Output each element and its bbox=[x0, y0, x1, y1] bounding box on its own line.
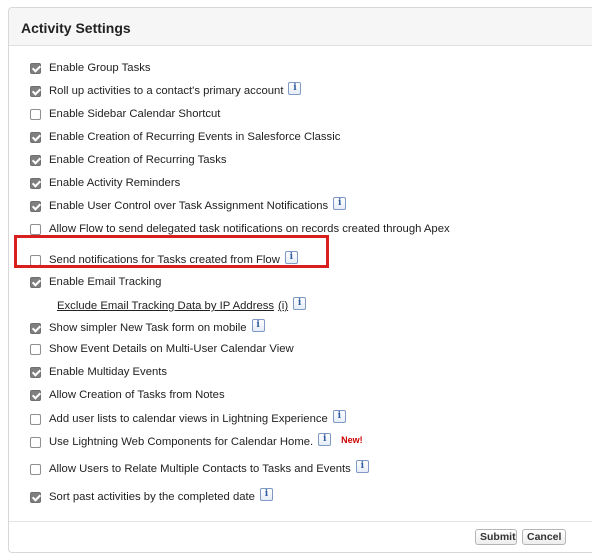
setting-label: Send notifications for Tasks created fro… bbox=[49, 254, 280, 266]
info-icon[interactable]: i bbox=[355, 459, 369, 473]
setting-label: Show Event Details on Multi-User Calenda… bbox=[49, 343, 294, 355]
setting-label: Sort past activities by the completed da… bbox=[49, 491, 255, 503]
setting-label: Enable Email Tracking bbox=[49, 276, 162, 288]
setting-label: Enable Activity Reminders bbox=[49, 177, 181, 189]
checkbox[interactable] bbox=[30, 436, 41, 448]
checkbox[interactable] bbox=[30, 413, 41, 425]
info-icon[interactable]: i bbox=[333, 196, 347, 210]
setting-activity-reminders[interactable]: Enable Activity Reminders bbox=[30, 174, 180, 192]
exclude-email-tracking-row: Exclude Email Tracking Data by IP Addres… bbox=[57, 296, 307, 313]
settings-list: Enable Group Tasks Roll up activities to… bbox=[9, 8, 592, 552]
info-icon[interactable]: i bbox=[332, 409, 346, 423]
setting-sidebar-calendar-shortcut[interactable]: Enable Sidebar Calendar Shortcut bbox=[30, 105, 220, 123]
panel-footer: Submit Cancel bbox=[9, 521, 592, 552]
setting-label: Allow Flow to send delegated task notifi… bbox=[49, 223, 450, 235]
exclude-email-tracking-help[interactable]: (i) bbox=[278, 300, 288, 312]
setting-simpler-new-task-form[interactable]: Show simpler New Task form on mobile i bbox=[30, 318, 265, 337]
checkbox[interactable] bbox=[30, 343, 41, 355]
setting-label: Enable Creation of Recurring Events in S… bbox=[49, 131, 341, 143]
setting-task-assignment-notifications[interactable]: Enable User Control over Task Assignment… bbox=[30, 196, 347, 215]
checkbox[interactable] bbox=[30, 322, 41, 334]
info-icon[interactable]: i bbox=[284, 250, 298, 264]
setting-flow-delegated-notifications[interactable]: Allow Flow to send delegated task notifi… bbox=[30, 220, 450, 238]
setting-email-tracking[interactable]: Enable Email Tracking bbox=[30, 273, 161, 291]
setting-user-lists-calendar[interactable]: Add user lists to calendar views in Ligh… bbox=[30, 409, 346, 428]
new-badge: New! bbox=[341, 435, 363, 445]
setting-recurring-events-classic[interactable]: Enable Creation of Recurring Events in S… bbox=[30, 128, 340, 146]
activity-settings-panel: Activity Settings Enable Group Tasks Rol… bbox=[8, 7, 592, 553]
setting-multi-user-calendar-details[interactable]: Show Event Details on Multi-User Calenda… bbox=[30, 340, 294, 358]
info-icon[interactable]: i bbox=[251, 318, 265, 332]
checkbox[interactable] bbox=[30, 366, 41, 378]
checkbox[interactable] bbox=[30, 223, 41, 235]
checkbox[interactable] bbox=[30, 276, 41, 288]
setting-enable-group-tasks[interactable]: Enable Group Tasks bbox=[30, 59, 151, 77]
submit-button[interactable]: Submit bbox=[475, 529, 517, 545]
checkbox[interactable] bbox=[30, 154, 41, 166]
setting-lwc-calendar-home[interactable]: Use Lightning Web Components for Calenda… bbox=[30, 432, 363, 451]
setting-label: Show simpler New Task form on mobile bbox=[49, 322, 247, 334]
setting-label: Add user lists to calendar views in Ligh… bbox=[49, 413, 328, 425]
info-icon[interactable]: i bbox=[259, 487, 273, 501]
checkbox[interactable] bbox=[30, 85, 41, 97]
setting-label: Enable Creation of Recurring Tasks bbox=[49, 154, 227, 166]
info-icon[interactable]: i bbox=[318, 432, 332, 446]
setting-label: Roll up activities to a contact's primar… bbox=[49, 85, 284, 97]
cancel-button[interactable]: Cancel bbox=[522, 529, 566, 545]
setting-label: Enable User Control over Task Assignment… bbox=[49, 200, 329, 212]
checkbox[interactable] bbox=[30, 62, 41, 74]
checkbox[interactable] bbox=[30, 177, 41, 189]
checkbox[interactable] bbox=[30, 254, 41, 266]
checkbox[interactable] bbox=[30, 131, 41, 143]
setting-recurring-tasks[interactable]: Enable Creation of Recurring Tasks bbox=[30, 151, 227, 169]
setting-label: Allow Creation of Tasks from Notes bbox=[49, 389, 225, 401]
checkbox[interactable] bbox=[30, 389, 41, 401]
checkbox[interactable] bbox=[30, 463, 41, 475]
exclude-email-tracking-link[interactable]: Exclude Email Tracking Data by IP Addres… bbox=[57, 300, 274, 312]
setting-sort-past-activities[interactable]: Sort past activities by the completed da… bbox=[30, 487, 273, 506]
checkbox[interactable] bbox=[30, 108, 41, 120]
checkbox[interactable] bbox=[30, 200, 41, 212]
setting-label: Use Lightning Web Components for Calenda… bbox=[49, 436, 314, 448]
setting-flow-task-notifications[interactable]: Send notifications for Tasks created fro… bbox=[30, 250, 298, 269]
setting-label: Enable Multiday Events bbox=[49, 366, 168, 378]
info-icon[interactable]: i bbox=[293, 296, 307, 310]
setting-roll-up-activities[interactable]: Roll up activities to a contact's primar… bbox=[30, 81, 302, 100]
setting-label: Enable Group Tasks bbox=[49, 62, 151, 74]
checkbox[interactable] bbox=[30, 491, 41, 503]
info-icon[interactable]: i bbox=[288, 81, 302, 95]
setting-tasks-from-notes[interactable]: Allow Creation of Tasks from Notes bbox=[30, 386, 225, 404]
setting-relate-multiple-contacts[interactable]: Allow Users to Relate Multiple Contacts … bbox=[30, 459, 369, 478]
setting-label: Allow Users to Relate Multiple Contacts … bbox=[49, 463, 351, 475]
setting-label: Enable Sidebar Calendar Shortcut bbox=[49, 108, 221, 120]
setting-multiday-events[interactable]: Enable Multiday Events bbox=[30, 363, 167, 381]
